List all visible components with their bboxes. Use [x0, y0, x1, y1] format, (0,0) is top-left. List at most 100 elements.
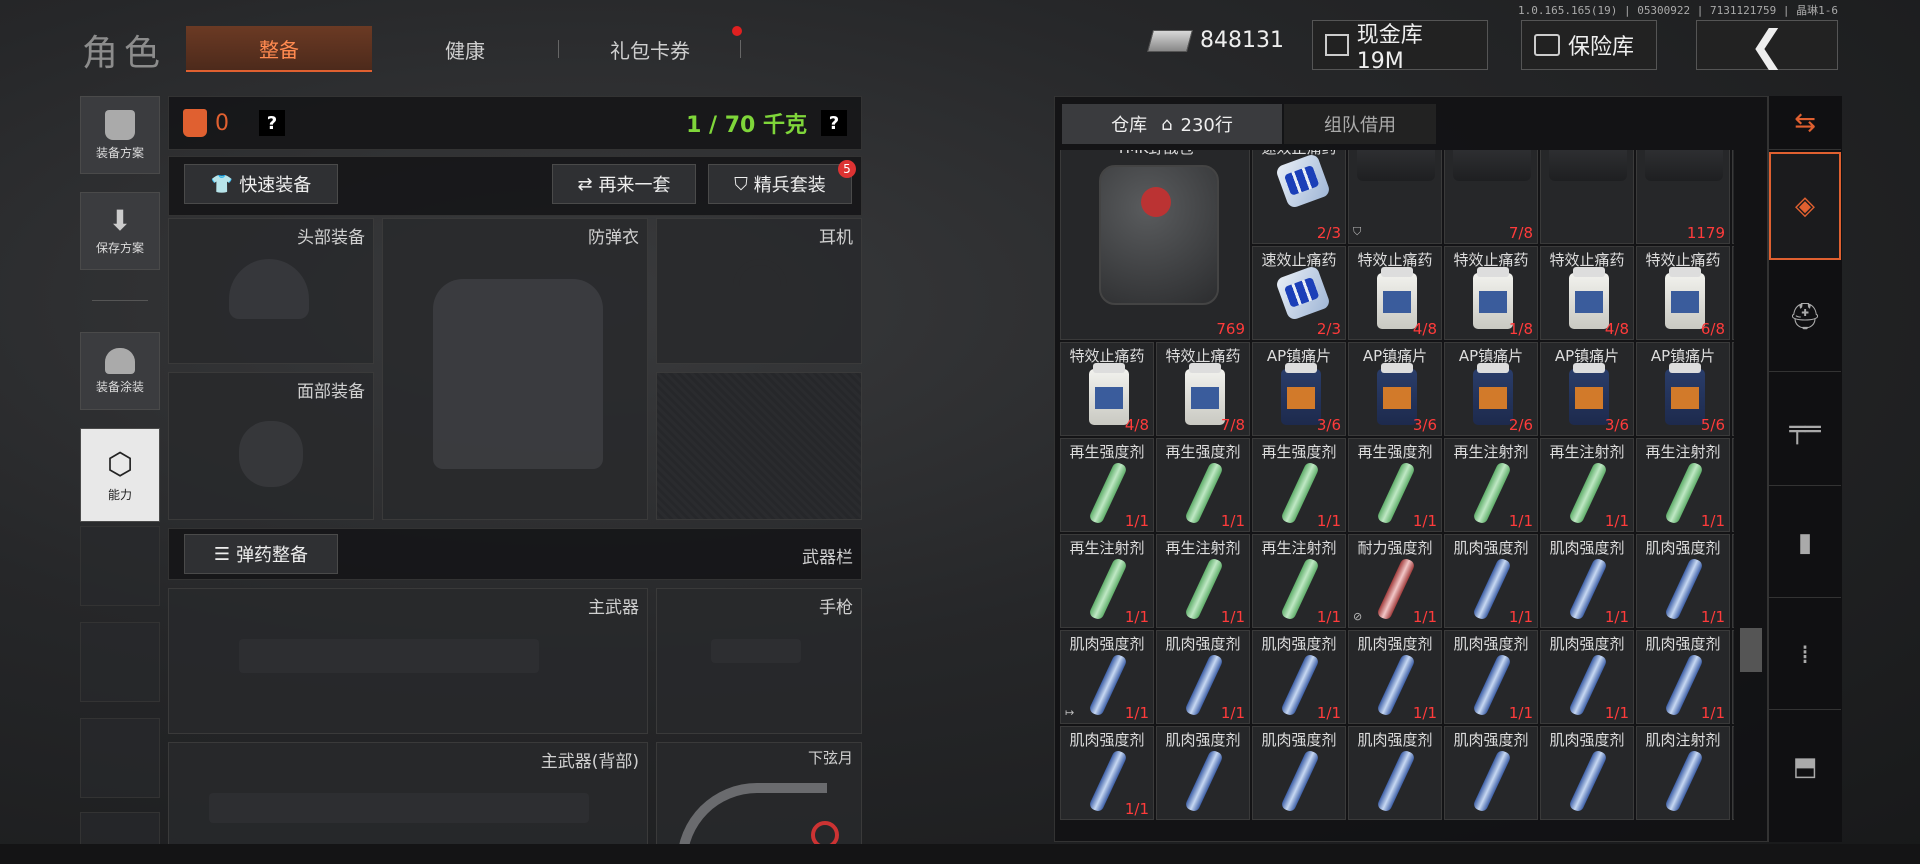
inventory-item[interactable]: 肌肉强度剂1/1 — [1252, 630, 1346, 724]
save-plan-button[interactable]: ⬇ 保存方案 — [80, 192, 160, 270]
inventory-item[interactable]: AP镇痛片 3/6 — [1540, 342, 1634, 436]
inventory-item[interactable]: 肌肉强度剂1/1 — [1444, 630, 1538, 724]
inventory-item[interactable]: 特效止痛药 4/8 — [1348, 246, 1442, 340]
inventory-item[interactable]: 速效止痛药2/3 — [1252, 150, 1346, 244]
inventory-item[interactable]: 再生注射剂1/1 — [1252, 534, 1346, 628]
rifle-icon[interactable]: ╤═ — [1769, 374, 1841, 486]
download-icon: ⬇ — [108, 203, 132, 237]
inventory-item[interactable]: 再生注射剂1/1 — [1060, 534, 1154, 628]
inventory-item[interactable]: 再生注射剂1/1 — [1540, 438, 1634, 532]
inventory-item[interactable]: 肌肉强度剂1/1 — [1732, 630, 1734, 724]
syringe-icon — [1664, 749, 1704, 813]
insurance-button[interactable]: 保险库 — [1521, 20, 1657, 70]
inventory-item[interactable]: 肌肉强度剂 — [1540, 726, 1634, 820]
inventory-item[interactable]: AP镇痛片 2/6 — [1444, 342, 1538, 436]
inventory-item[interactable]: 特效止痛药 1/8 — [1444, 246, 1538, 340]
inventory-item[interactable]: 肌肉强度剂 — [1444, 726, 1538, 820]
inventory-item[interactable]: 7/8 — [1444, 150, 1538, 244]
item-count: 3/6 — [1604, 416, 1629, 434]
inventory-item[interactable]: 肌肉强度剂 1/1 ↦ — [1060, 630, 1154, 724]
inventory-item[interactable]: 肌肉注射剂 — [1636, 726, 1730, 820]
inventory-item[interactable]: 再生强度剂 1/1 — [1348, 438, 1442, 532]
quick-equip-button[interactable]: 👕 快速装备 — [184, 164, 338, 204]
inventory-item[interactable]: 再生强度剂 1/1 — [1060, 438, 1154, 532]
ammo-icon[interactable]: ⁞ — [1769, 600, 1841, 710]
inventory-item[interactable]: 吸入器2/4 — [1732, 342, 1734, 436]
syringe-icon — [1376, 557, 1416, 621]
inventory-item[interactable]: 肌肉强度剂1/1 — [1060, 726, 1154, 820]
tab-equip[interactable]: 整备 — [186, 26, 372, 72]
item-name: 特效止痛药 — [1069, 347, 1145, 365]
inventory-item[interactable] — [1540, 150, 1634, 244]
paint-label: 装备涂装 — [95, 379, 144, 394]
inventory-item[interactable]: 速效止痛药2/3 — [1732, 150, 1734, 244]
tab-storage[interactable]: 仓库 ⌂ 230行 — [1062, 104, 1282, 144]
magazine-icon[interactable]: ▮ — [1769, 488, 1841, 598]
elite-set-button[interactable]: ⛉ 精兵套装 — [708, 164, 852, 204]
scope-icon[interactable]: ⬒ — [1769, 712, 1841, 822]
item-count: 6/8 — [1700, 320, 1725, 338]
sort-icon[interactable]: ⇆ — [1769, 96, 1841, 150]
insurance-label: 保险库 — [1568, 35, 1635, 60]
inventory-item[interactable]: 1179 — [1636, 150, 1730, 244]
tab-team-borrow[interactable]: 组队借用 — [1284, 104, 1436, 144]
inventory-item[interactable]: AP镇痛片 3/6 — [1252, 342, 1346, 436]
inventory-item[interactable]: 特效止痛药 4/8 — [1060, 342, 1154, 436]
inventory-item[interactable]: 肌肉注射剂 — [1732, 726, 1734, 820]
inventory-item[interactable]: 肌肉强度剂1/1 — [1732, 534, 1734, 628]
inventory-item[interactable]: 肌肉强度剂1/1 — [1636, 534, 1730, 628]
cash-vault-button[interactable]: 现金库 19M — [1312, 20, 1488, 74]
loadout-plan-button[interactable]: 装备方案 — [80, 96, 160, 174]
inventory-item[interactable]: 肌肉强度剂1/1 — [1444, 534, 1538, 628]
inventory-item[interactable]: 肌肉强度剂1/1 — [1540, 534, 1634, 628]
inventory-item[interactable]: 肌肉强度剂1/1 — [1540, 630, 1634, 724]
ability-button[interactable]: ⬡ 能力 — [80, 428, 160, 522]
backpack-slot[interactable] — [656, 372, 862, 520]
scrollbar-thumb[interactable] — [1740, 628, 1762, 672]
exit-icon: ↦ — [1065, 706, 1075, 719]
inventory-item[interactable]: 肌肉强度剂 — [1252, 726, 1346, 820]
inventory-item[interactable]: 再生强度剂 1/1 — [1252, 438, 1346, 532]
inventory-item[interactable]: 肌肉强度剂1/1 — [1348, 630, 1442, 724]
again-button[interactable]: ⇄ 再来一套 — [552, 164, 696, 204]
inventory-item[interactable]: 耐力强度剂 1/1 ⊘ — [1348, 534, 1442, 628]
inventory-item[interactable]: AP镇痛片 3/6 — [1348, 342, 1442, 436]
inventory-item[interactable]: 肌肉强度剂1/1 — [1156, 630, 1250, 724]
inventory-item[interactable]: 肌肉强度剂 — [1348, 726, 1442, 820]
pistol-slot[interactable]: 手枪 — [656, 588, 862, 734]
inventory-item[interactable]: 肌肉强度剂1/1 — [1636, 630, 1730, 724]
inventory-item[interactable]: 特效止痛药 4/8 — [1540, 246, 1634, 340]
weight-help-button[interactable]: ? — [821, 110, 847, 136]
face-slot[interactable]: 面部装备 — [168, 372, 374, 520]
inventory-item[interactable]: 再生注射剂1/1 — [1156, 534, 1250, 628]
inventory-item[interactable]: 再生注射剂1/1 — [1732, 438, 1734, 532]
tab-health[interactable]: 健康 — [400, 26, 530, 72]
vault-icon — [1325, 34, 1349, 56]
inventory-item[interactable]: 特效止痛药 6/8 — [1636, 246, 1730, 340]
primary-weapon-slot[interactable]: 主武器 — [168, 588, 648, 734]
inventory-item[interactable]: AP镇痛片 5/6 — [1636, 342, 1730, 436]
inventory-item[interactable]: 速效止痛药2/3 — [1252, 246, 1346, 340]
tab-gift[interactable]: 礼包卡券 — [580, 26, 720, 72]
inventory-item[interactable]: 再生强度剂 1/1 — [1156, 438, 1250, 532]
item-name: 速效止痛药 — [1733, 150, 1734, 158]
earpiece-slot[interactable]: 耳机 — [656, 218, 862, 364]
inventory-item[interactable]: 肌肉强度剂 — [1156, 726, 1250, 820]
ammo-button[interactable]: ☰ 弹药整备 — [184, 534, 338, 574]
inventory-item-backpack[interactable]: TMK野战包 769 — [1060, 150, 1250, 340]
inventory-item[interactable]: 再生注射剂1/1 — [1636, 438, 1730, 532]
inventory-item[interactable]: 特效止痛药8/8⊘ — [1732, 246, 1734, 340]
head-slot[interactable]: 头部装备 — [168, 218, 374, 364]
ap-bottle-icon — [1569, 363, 1609, 425]
back-button[interactable]: ❮ — [1696, 20, 1838, 70]
body-armor-slot[interactable]: 防弹衣 — [382, 218, 648, 520]
melee-label: 下弦月 — [807, 749, 853, 767]
inventory-item[interactable]: ⛉ — [1348, 150, 1442, 244]
inventory-item[interactable]: 特效止痛药 7/8 — [1156, 342, 1250, 436]
armor-help-button[interactable]: ? — [259, 110, 285, 136]
item-count: 2/6 — [1508, 416, 1533, 434]
paint-button[interactable]: 装备涂装 — [80, 332, 160, 410]
all-items-icon[interactable]: ◈ — [1769, 152, 1841, 260]
helmet-icon[interactable]: ⛑ — [1769, 262, 1841, 372]
inventory-item[interactable]: 再生注射剂1/1 — [1444, 438, 1538, 532]
